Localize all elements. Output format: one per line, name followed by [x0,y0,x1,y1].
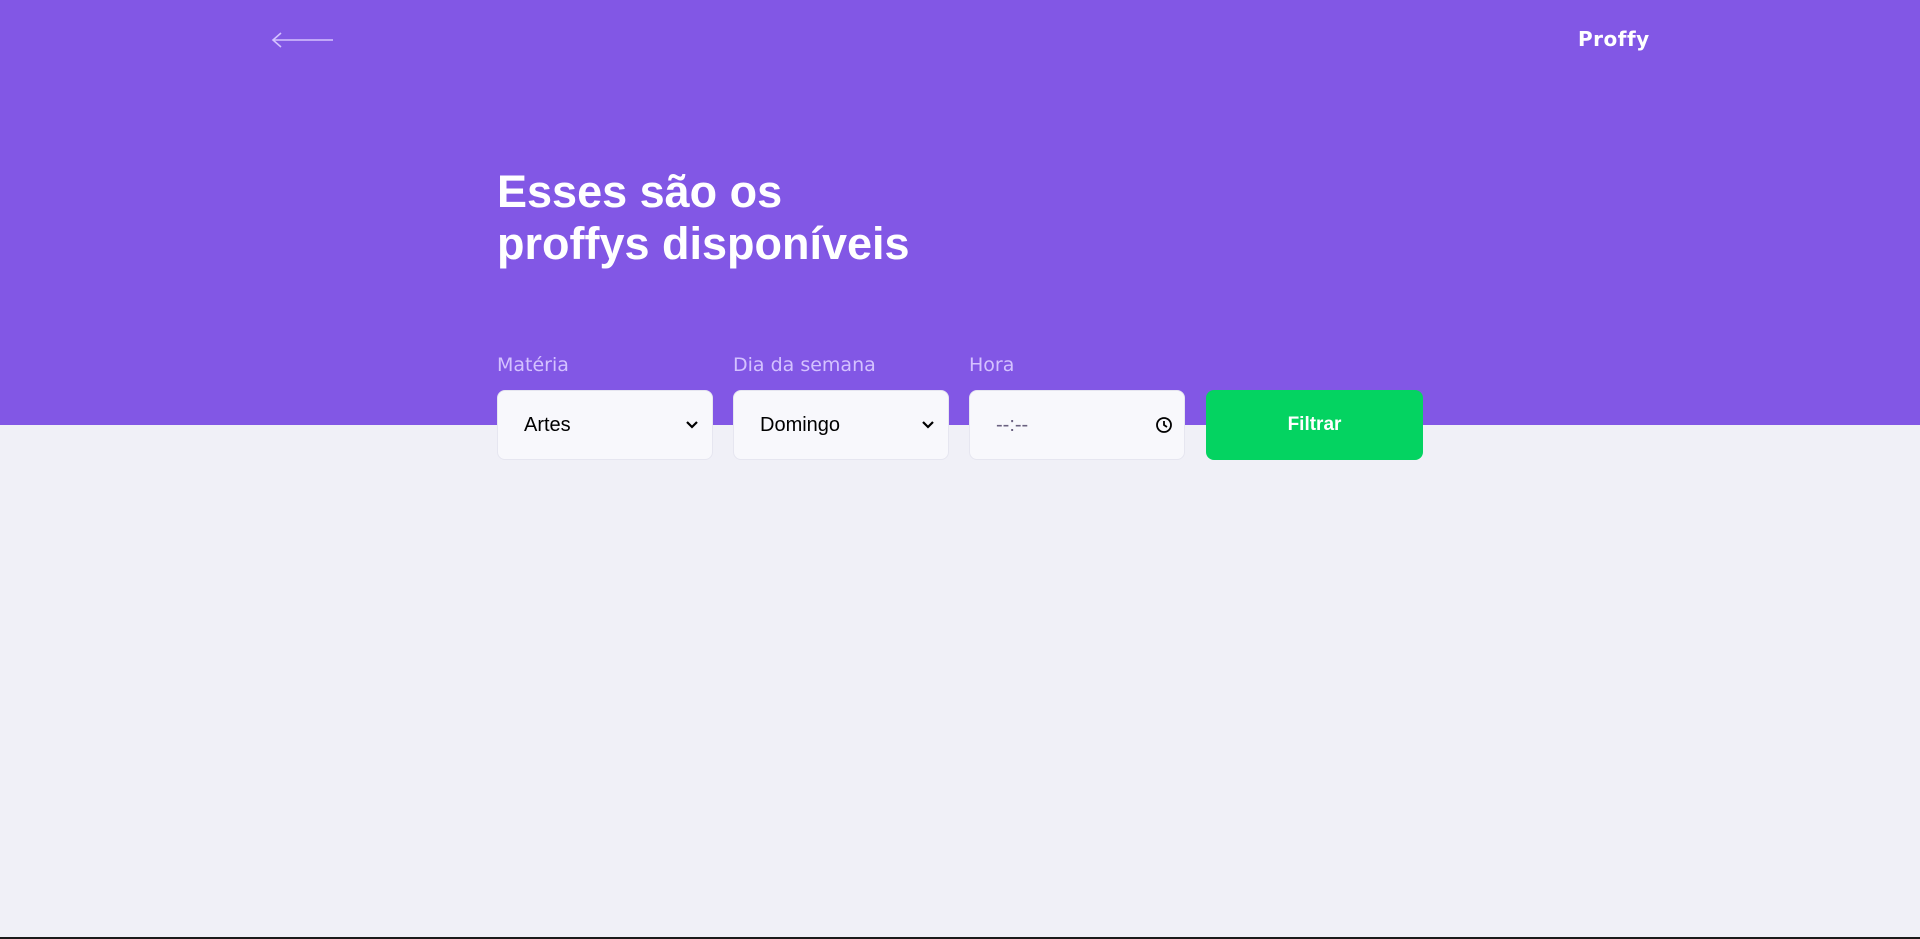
time-label: Hora [969,354,1015,376]
week-day-label: Dia da semana [733,354,876,376]
chevron-down-icon [682,415,702,435]
time-field: Hora --:-- [969,350,1185,460]
search-filters: Matéria Artes Dia da semana Domingo Hora… [497,350,1423,460]
page-header: Proffy Esses são os proffys disponíveis … [0,0,1920,460]
subject-field: Matéria Artes [497,350,713,460]
week-day-selected-value: Domingo [760,413,841,436]
clock-icon[interactable] [1154,415,1174,435]
filter-button[interactable]: Filtrar [1206,390,1423,460]
time-input-placeholder: --:-- [996,413,1029,436]
arrow-left-icon [271,32,333,48]
page-title-line-1: Esses são os [497,166,783,217]
subject-selected-value: Artes [524,413,571,436]
logo-text: Proffy [1578,27,1650,51]
week-day-field: Dia da semana Domingo [733,350,949,460]
time-input[interactable]: --:-- [969,390,1185,460]
page-title: Esses são os proffys disponíveis [497,166,997,270]
back-link[interactable] [270,25,336,55]
subject-select[interactable]: Artes [497,390,713,460]
chevron-down-icon [918,415,938,435]
week-day-select[interactable]: Domingo [733,390,949,460]
page-title-line-2: proffys disponíveis [497,218,910,269]
subject-label: Matéria [497,354,569,376]
logo: Proffy [1578,24,1650,54]
